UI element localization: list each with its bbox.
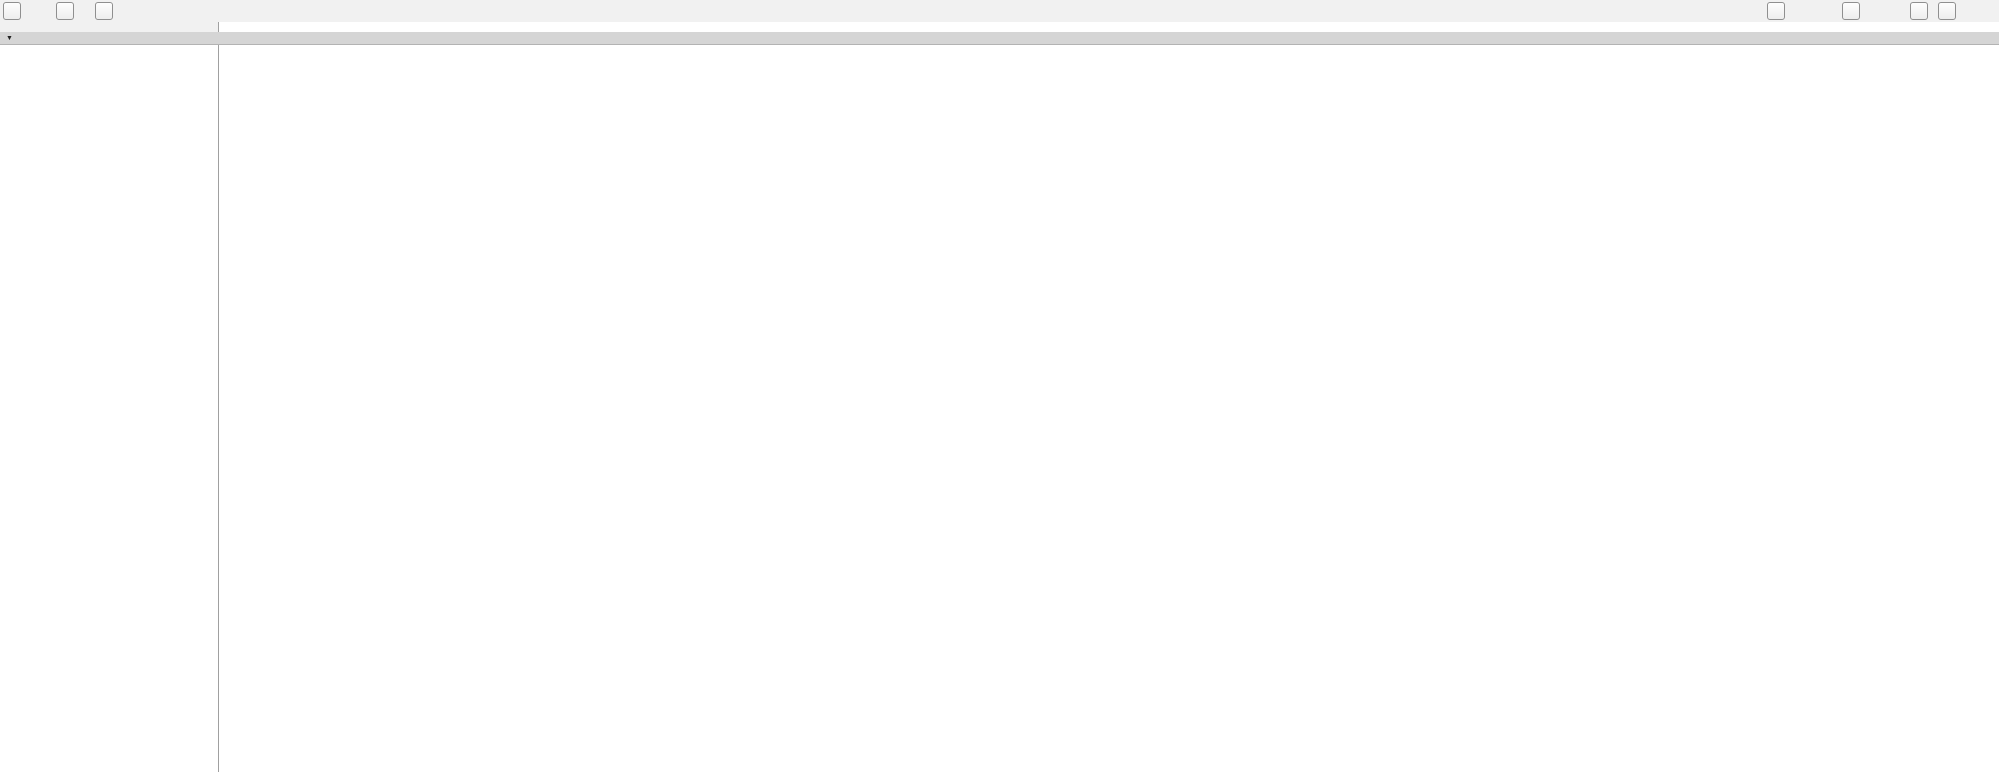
view-options-button[interactable] (1938, 2, 1956, 20)
chevron-down-icon: ▼ (6, 35, 13, 42)
process-header[interactable]: ▼ (0, 32, 1999, 45)
gutter-separator (218, 22, 219, 772)
metadata-button[interactable] (1910, 2, 1928, 20)
load-button[interactable] (95, 2, 113, 20)
profile-viewer: ▼ (0, 0, 1999, 772)
processes-button[interactable] (1842, 2, 1860, 20)
flow-events-button[interactable] (1767, 2, 1785, 20)
save-button[interactable] (56, 2, 74, 20)
record-button[interactable] (3, 2, 21, 20)
